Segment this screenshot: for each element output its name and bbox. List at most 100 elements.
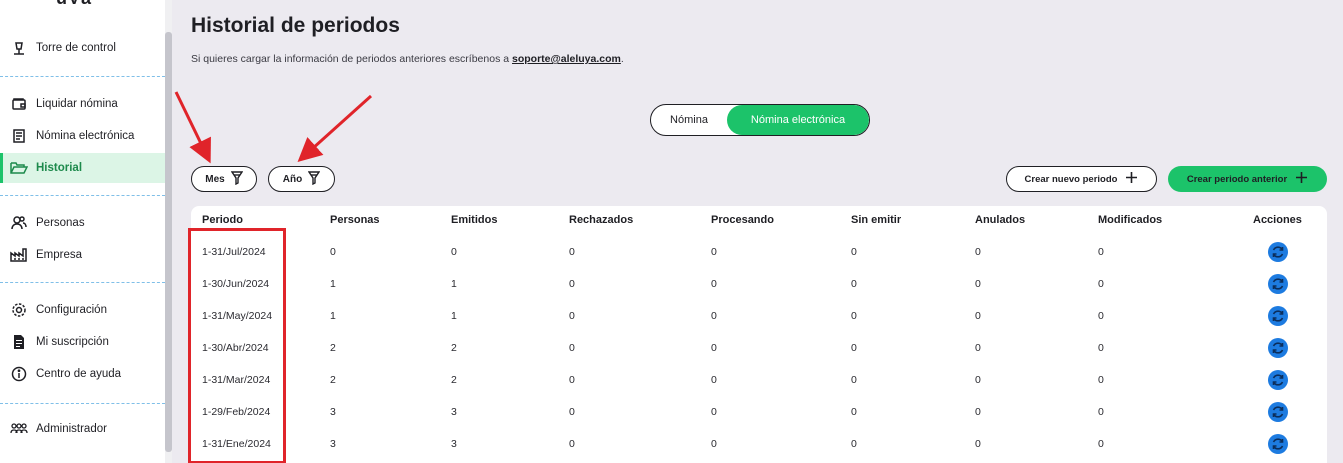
create-new-period-button[interactable]: Crear nuevo periodo — [1006, 166, 1157, 192]
refresh-icon[interactable] — [1268, 434, 1288, 454]
cell-rechazados: 0 — [569, 342, 575, 354]
receipt-icon — [10, 333, 28, 351]
cell-emitidos: 2 — [451, 374, 457, 386]
sidebar-item-empresa[interactable]: Empresa — [0, 240, 165, 270]
cell-rechazados: 0 — [569, 374, 575, 386]
subtitle-suffix: . — [620, 53, 624, 65]
refresh-icon[interactable] — [1268, 370, 1288, 390]
create-new-period-label: Crear nuevo periodo — [1024, 173, 1118, 185]
sidebar-item-centro-de-ayuda[interactable]: Centro de ayuda — [0, 359, 165, 389]
cell-emitidos: 0 — [451, 246, 457, 258]
sidebar-item-label: Administrador — [36, 423, 107, 435]
sidebar-scrollbar[interactable] — [165, 32, 172, 452]
sidebar-item-historial[interactable]: Historial — [0, 153, 165, 183]
cell-procesando: 0 — [711, 342, 717, 354]
cell-anulados: 0 — [975, 342, 981, 354]
cell-sin-emitir: 0 — [851, 278, 857, 290]
cell-sin-emitir: 0 — [851, 310, 857, 322]
cell-sin-emitir: 0 — [851, 438, 857, 450]
cell-procesando: 0 — [711, 246, 717, 258]
sidebar-item-label: Mi suscripción — [36, 336, 109, 348]
cell-emitidos: 1 — [451, 310, 457, 322]
refresh-icon[interactable] — [1268, 274, 1288, 294]
sidebar-item-label: Liquidar nómina — [36, 98, 118, 110]
year-filter-button[interactable]: Año — [268, 166, 335, 192]
sidebar-item-torre-de-control[interactable]: Torre de control — [0, 33, 165, 63]
sidebar-item-label: Configuración — [36, 304, 107, 316]
cell-rechazados: 0 — [569, 246, 575, 258]
cell-procesando: 0 — [711, 406, 717, 418]
annotation-arrow-month — [174, 91, 211, 164]
subtitle-text: Si quieres cargar la información de peri… — [191, 53, 513, 65]
cell-rechazados: 0 — [569, 278, 575, 290]
cell-anulados: 0 — [975, 374, 981, 386]
cell-emitidos: 1 — [451, 278, 457, 290]
cell-procesando: 0 — [711, 310, 717, 322]
column-header-procesando: Procesando — [711, 214, 774, 226]
sidebar-item-mi-suscripcion[interactable]: Mi suscripción — [0, 327, 165, 357]
month-filter-label: Mes — [205, 173, 225, 185]
sidebar-item-configuracion[interactable]: Configuración — [0, 295, 165, 325]
cell-modificados: 0 — [1098, 246, 1104, 258]
cell-rechazados: 0 — [569, 406, 575, 418]
cell-modificados: 0 — [1098, 310, 1104, 322]
sidebar: uya Torre de control Liquidar nómina Nóm… — [0, 0, 165, 463]
column-header-sin-emitir: Sin emitir — [851, 214, 902, 226]
toggle-nomina[interactable]: Nómina — [651, 105, 727, 135]
sidebar-item-label: Centro de ayuda — [36, 368, 122, 380]
folder-open-icon — [10, 159, 28, 177]
cell-procesando: 0 — [711, 374, 717, 386]
cell-emitidos: 3 — [451, 438, 457, 450]
cell-rechazados: 0 — [569, 310, 575, 322]
refresh-icon[interactable] — [1268, 402, 1288, 422]
admin-users-icon — [10, 420, 28, 438]
cell-personas: 0 — [330, 246, 336, 258]
cell-sin-emitir: 0 — [851, 246, 857, 258]
column-header-acciones: Acciones — [1253, 214, 1302, 226]
document-icon — [10, 127, 28, 145]
sidebar-item-label: Historial — [36, 162, 83, 174]
filter-icon — [230, 170, 244, 188]
cell-modificados: 0 — [1098, 278, 1104, 290]
cell-procesando: 0 — [711, 278, 717, 290]
create-previous-period-button[interactable]: Crear periodo anterior — [1168, 166, 1327, 192]
year-filter-label: Año — [282, 173, 303, 185]
sidebar-divider — [0, 76, 165, 77]
cell-sin-emitir: 0 — [851, 374, 857, 386]
cell-sin-emitir: 0 — [851, 342, 857, 354]
cell-anulados: 0 — [975, 246, 981, 258]
sidebar-item-personas[interactable]: Personas — [0, 208, 165, 238]
month-filter-button[interactable]: Mes — [191, 166, 257, 192]
cell-personas: 1 — [330, 278, 336, 290]
refresh-icon[interactable] — [1268, 306, 1288, 326]
column-header-anulados: Anulados — [975, 214, 1026, 226]
sidebar-divider — [0, 195, 165, 196]
cell-personas: 3 — [330, 438, 336, 450]
column-header-modificados: Modificados — [1098, 214, 1163, 226]
factory-icon — [10, 246, 28, 264]
cell-anulados: 0 — [975, 310, 981, 322]
cell-rechazados: 0 — [569, 438, 575, 450]
sidebar-item-administrador[interactable]: Administrador — [0, 414, 165, 444]
cell-personas: 1 — [330, 310, 336, 322]
create-previous-period-label: Crear periodo anterior — [1186, 173, 1288, 185]
annotation-arrow-year — [297, 94, 373, 163]
page-subtitle: Si quieres cargar la información de peri… — [191, 53, 624, 65]
column-header-emitidos: Emitidos — [451, 214, 498, 226]
cell-emitidos: 2 — [451, 342, 457, 354]
refresh-icon[interactable] — [1268, 338, 1288, 358]
refresh-icon[interactable] — [1268, 242, 1288, 262]
cell-modificados: 0 — [1098, 342, 1104, 354]
toggle-nomina-electronica[interactable]: Nómina electrónica — [727, 105, 869, 135]
sidebar-item-liquidar-nomina[interactable]: Liquidar nómina — [0, 89, 165, 119]
cell-modificados: 0 — [1098, 406, 1104, 418]
column-header-rechazados: Rechazados — [569, 214, 634, 226]
cell-procesando: 0 — [711, 438, 717, 450]
sidebar-divider — [0, 403, 165, 404]
wallet-icon — [10, 95, 28, 113]
sidebar-item-nomina-electronica[interactable]: Nómina electrónica — [0, 121, 165, 151]
plus-icon — [1295, 171, 1308, 187]
payroll-type-toggle: Nómina Nómina electrónica — [650, 104, 870, 136]
support-email-link[interactable]: soporte@aleluya.com — [512, 53, 621, 65]
plus-icon — [1125, 171, 1138, 187]
